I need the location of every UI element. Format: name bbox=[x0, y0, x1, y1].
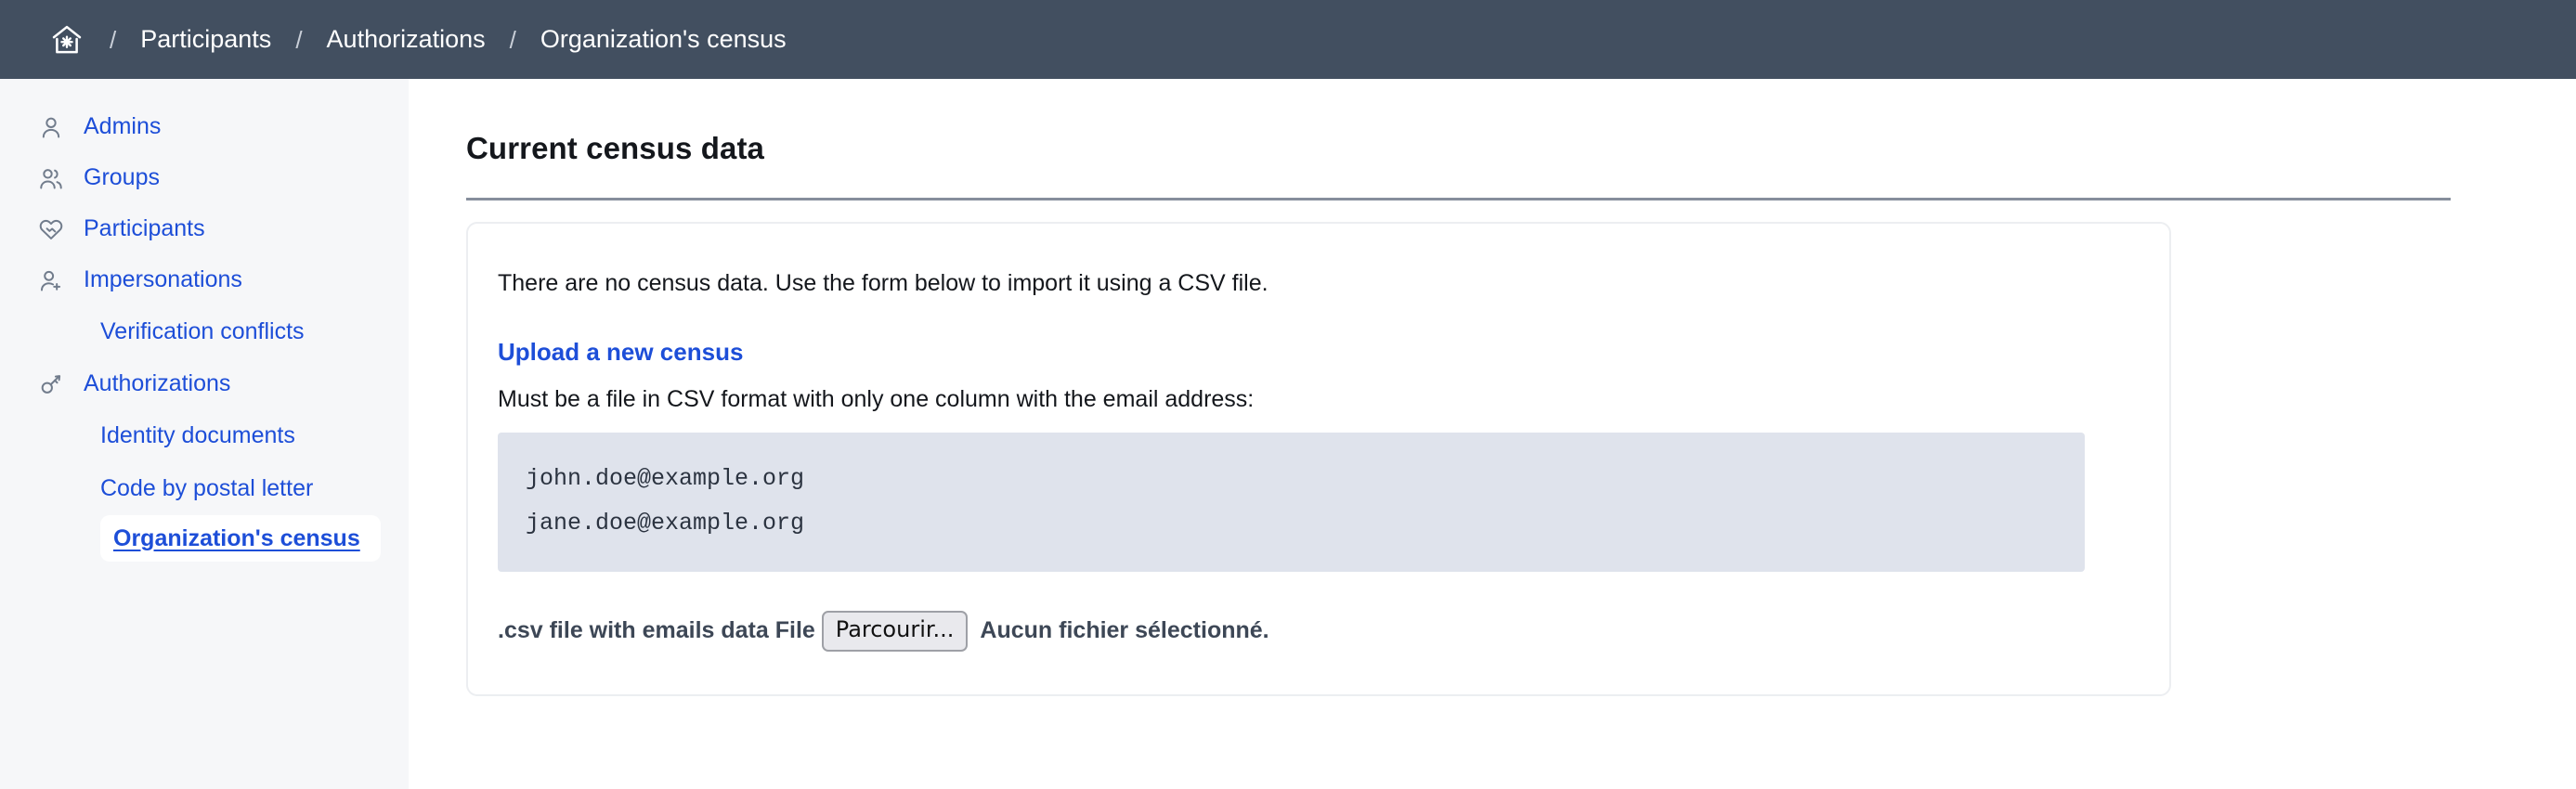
breadcrumb-separator-1: / bbox=[85, 28, 140, 52]
breadcrumb-item-organizations-census[interactable]: Organization's census bbox=[540, 27, 787, 52]
csv-example-line-2: jane.doe@example.org bbox=[526, 510, 804, 537]
sidebar-item-code-by-postal-letter[interactable]: Code by postal letter bbox=[0, 462, 409, 515]
heart-handshake-icon bbox=[37, 215, 65, 243]
sidebar: Admins Groups bbox=[0, 79, 409, 789]
upload-section-heading: Upload a new census bbox=[498, 340, 2140, 364]
breadcrumb-home-link[interactable] bbox=[48, 21, 85, 58]
breadcrumb-item-authorizations[interactable]: Authorizations bbox=[327, 27, 486, 52]
user-icon bbox=[37, 113, 65, 141]
page-body: Admins Groups bbox=[0, 79, 2576, 789]
census-card: There are no census data. Use the form b… bbox=[466, 222, 2171, 696]
title-divider bbox=[466, 198, 2451, 200]
file-input-row: .csv file with emails data File Parcouri… bbox=[498, 611, 2140, 652]
sidebar-item-label[interactable]: Admins bbox=[84, 115, 161, 138]
sidebar-item-participants[interactable]: Participants bbox=[0, 203, 409, 254]
sidebar-item-organizations-census[interactable]: Organization's census bbox=[100, 515, 381, 562]
breadcrumb-separator-2: / bbox=[271, 28, 326, 52]
csv-example-line-1: john.doe@example.org bbox=[526, 465, 804, 492]
sidebar-item-label[interactable]: Groups bbox=[84, 166, 160, 189]
home-gear-icon bbox=[49, 22, 85, 58]
main-content: Current census data There are no census … bbox=[409, 79, 2576, 789]
sidebar-item-impersonations[interactable]: Impersonations bbox=[0, 254, 409, 305]
sidebar-item-label[interactable]: Authorizations bbox=[84, 372, 230, 395]
key-icon bbox=[37, 370, 65, 398]
breadcrumb-bar: / Participants / Authorizations / Organi… bbox=[0, 0, 2576, 79]
sidebar-nav-list: Admins Groups bbox=[0, 101, 409, 562]
browse-file-button[interactable]: Parcourir... bbox=[822, 611, 969, 652]
page-title: Current census data bbox=[466, 133, 2576, 163]
sidebar-item-label[interactable]: Organization's census bbox=[113, 527, 360, 550]
sidebar-item-label[interactable]: Identity documents bbox=[100, 424, 295, 447]
sidebar-item-admins[interactable]: Admins bbox=[0, 101, 409, 152]
sidebar-item-label[interactable]: Impersonations bbox=[84, 268, 242, 291]
sidebar-item-authorizations[interactable]: Authorizations bbox=[0, 358, 409, 409]
sidebar-item-groups[interactable]: Groups bbox=[0, 152, 409, 203]
census-empty-message: There are no census data. Use the form b… bbox=[498, 272, 2140, 295]
sidebar-item-label[interactable]: Code by postal letter bbox=[100, 477, 313, 500]
breadcrumb-item-participants[interactable]: Participants bbox=[140, 27, 271, 52]
csv-example-block: john.doe@example.org jane.doe@example.or… bbox=[498, 433, 2085, 572]
user-plus-icon bbox=[37, 266, 65, 294]
users-icon bbox=[37, 164, 65, 192]
sidebar-item-label[interactable]: Verification conflicts bbox=[100, 320, 305, 343]
sidebar-item-identity-documents[interactable]: Identity documents bbox=[0, 409, 409, 462]
breadcrumb-separator-3: / bbox=[486, 28, 540, 52]
file-selection-status: Aucun fichier sélectionné. bbox=[980, 619, 1268, 642]
file-input-label: .csv file with emails data File bbox=[498, 619, 815, 642]
sidebar-item-label[interactable]: Participants bbox=[84, 217, 205, 240]
upload-format-note: Must be a file in CSV format with only o… bbox=[498, 388, 2140, 411]
sidebar-item-verification-conflicts[interactable]: Verification conflicts bbox=[0, 305, 409, 358]
